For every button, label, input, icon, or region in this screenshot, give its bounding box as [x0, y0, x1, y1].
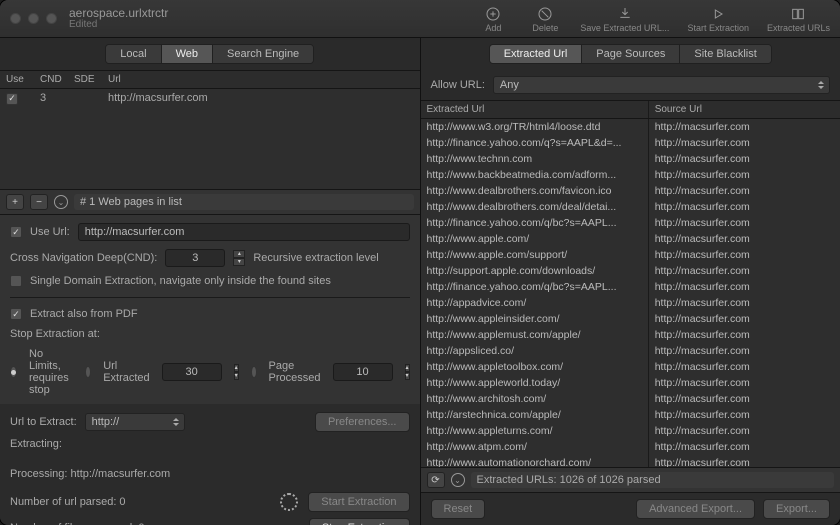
extracting-label: Extracting:: [10, 438, 410, 450]
table-row[interactable]: http://www.apple.com/http://macsurfer.co…: [421, 231, 840, 247]
delete-button[interactable]: Delete: [528, 6, 562, 33]
table-row[interactable]: http://finance.yahoo.com/q/bc?s=AAPL...h…: [421, 279, 840, 295]
table-row[interactable]: http://appadvice.com/http://macsurfer.co…: [421, 295, 840, 311]
right-panel: Extracted UrlPage SourcesSite Blacklist …: [421, 38, 840, 525]
table-row[interactable]: http://www.w3.org/TR/html4/loose.dtdhttp…: [421, 119, 840, 135]
pdf-checkbox[interactable]: [10, 308, 22, 320]
table-row[interactable]: http://www.technn.comhttp://macsurfer.co…: [421, 151, 840, 167]
tab-page-sources[interactable]: Page Sources: [582, 45, 680, 63]
minimize-icon[interactable]: [28, 13, 39, 24]
url-extracted-field[interactable]: 30: [162, 363, 222, 381]
tab-search-engine[interactable]: Search Engine: [213, 45, 313, 63]
processing-label: Processing: http://macsurfer.com: [10, 468, 410, 480]
export-button[interactable]: Export...: [763, 499, 830, 519]
web-table-body[interactable]: 3http://macsurfer.com: [0, 89, 420, 189]
sde-checkbox[interactable]: [10, 275, 22, 287]
reset-button[interactable]: Reset: [431, 499, 486, 519]
list-count-label: # 1 Web pages in list: [74, 194, 414, 210]
window-controls: [10, 13, 57, 24]
window-subtitle: Edited: [69, 19, 168, 31]
start-button[interactable]: Start Extraction: [308, 492, 409, 512]
table-row[interactable]: http://www.appletoolbox.com/http://macsu…: [421, 359, 840, 375]
scheme-select[interactable]: http://: [85, 413, 185, 431]
url-parsed-label: Number of url parsed: 0: [10, 496, 126, 508]
tab-extracted-url[interactable]: Extracted Url: [490, 45, 583, 63]
use-url-checkbox[interactable]: [10, 226, 22, 238]
refresh-button[interactable]: ⟳: [427, 472, 445, 488]
window-title: aerospace.urlxtrctr: [69, 7, 168, 19]
web-table-header: Use CND SDE Url: [0, 70, 420, 89]
url-extracted-stepper[interactable]: ▴▾: [234, 364, 239, 380]
extracted-urls-button[interactable]: Extracted URLs: [767, 6, 830, 33]
add-button[interactable]: Add: [476, 6, 510, 33]
result-tabs: Extracted UrlPage SourcesSite Blacklist: [489, 44, 772, 64]
table-row[interactable]: 3http://macsurfer.com: [0, 89, 420, 108]
table-row[interactable]: http://www.applemust.com/apple/http://ma…: [421, 327, 840, 343]
start-extraction-button[interactable]: Start Extraction: [687, 6, 749, 33]
extracted-status: Extracted URLs: 1026 of 1026 parsed: [471, 472, 835, 488]
table-row[interactable]: http://www.backbeatmedia.com/adform...ht…: [421, 167, 840, 183]
tab-site-blacklist[interactable]: Site Blacklist: [680, 45, 770, 63]
table-row[interactable]: http://www.appleinsider.com/http://macsu…: [421, 311, 840, 327]
table-row[interactable]: http://www.apple.com/support/http://macs…: [421, 247, 840, 263]
page-processed-radio[interactable]: [251, 366, 257, 378]
page-processed-stepper[interactable]: ▴▾: [405, 364, 410, 380]
cnd-stepper[interactable]: ▴▾: [233, 250, 245, 266]
filter-menu-button[interactable]: ⌄: [451, 473, 465, 487]
row-use-checkbox[interactable]: [6, 93, 18, 105]
url-extracted-radio[interactable]: [85, 366, 91, 378]
table-row[interactable]: http://support.apple.com/downloads/http:…: [421, 263, 840, 279]
app-window: aerospace.urlxtrctr Edited Add Delete Sa…: [0, 0, 840, 525]
preferences-button[interactable]: Preferences...: [315, 412, 409, 432]
table-row[interactable]: http://appsliced.co/http://macsurfer.com: [421, 343, 840, 359]
spinner-icon: [280, 493, 298, 511]
left-panel: LocalWebSearch Engine Use CND SDE Url 3h…: [0, 38, 421, 525]
col-source-url[interactable]: Source Url: [649, 101, 840, 118]
allow-url-select[interactable]: Any: [493, 76, 830, 94]
add-row-button[interactable]: +: [6, 194, 24, 210]
titlebar: aerospace.urlxtrctr Edited Add Delete Sa…: [0, 0, 840, 38]
close-icon[interactable]: [10, 13, 21, 24]
table-row[interactable]: http://www.appleworld.today/http://macsu…: [421, 375, 840, 391]
use-url-field[interactable]: http://macsurfer.com: [78, 223, 410, 241]
table-row[interactable]: http://www.appleturns.com/http://macsurf…: [421, 423, 840, 439]
stop-button[interactable]: Stop Extraction: [309, 518, 410, 525]
table-row[interactable]: http://finance.yahoo.com/q/bc?s=AAPL...h…: [421, 215, 840, 231]
nolimit-radio[interactable]: [10, 366, 17, 378]
table-row[interactable]: http://www.atpm.com/http://macsurfer.com: [421, 439, 840, 455]
remove-row-button[interactable]: −: [30, 194, 48, 210]
extracted-table[interactable]: http://www.w3.org/TR/html4/loose.dtdhttp…: [421, 119, 840, 467]
col-extracted-url[interactable]: Extracted Url: [421, 101, 649, 118]
table-row[interactable]: http://arstechnica.com/apple/http://macs…: [421, 407, 840, 423]
table-row[interactable]: http://www.dealbrothers.com/deal/detai..…: [421, 199, 840, 215]
advanced-export-button[interactable]: Advanced Export...: [636, 499, 755, 519]
tab-web[interactable]: Web: [162, 45, 213, 63]
table-row[interactable]: http://www.architosh.com/http://macsurfe…: [421, 391, 840, 407]
table-row[interactable]: http://www.automationorchard.com/http://…: [421, 455, 840, 467]
table-row[interactable]: http://finance.yahoo.com/q?s=AAPL&d=...h…: [421, 135, 840, 151]
tab-local[interactable]: Local: [106, 45, 161, 63]
action-menu-button[interactable]: ⌄: [54, 195, 68, 209]
table-row[interactable]: http://www.dealbrothers.com/favicon.icoh…: [421, 183, 840, 199]
page-processed-field[interactable]: 10: [333, 363, 393, 381]
cnd-field[interactable]: 3: [165, 249, 225, 267]
save-button[interactable]: Save Extracted URL...: [580, 6, 669, 33]
zoom-icon[interactable]: [46, 13, 57, 24]
source-tabs: LocalWebSearch Engine: [105, 44, 314, 64]
